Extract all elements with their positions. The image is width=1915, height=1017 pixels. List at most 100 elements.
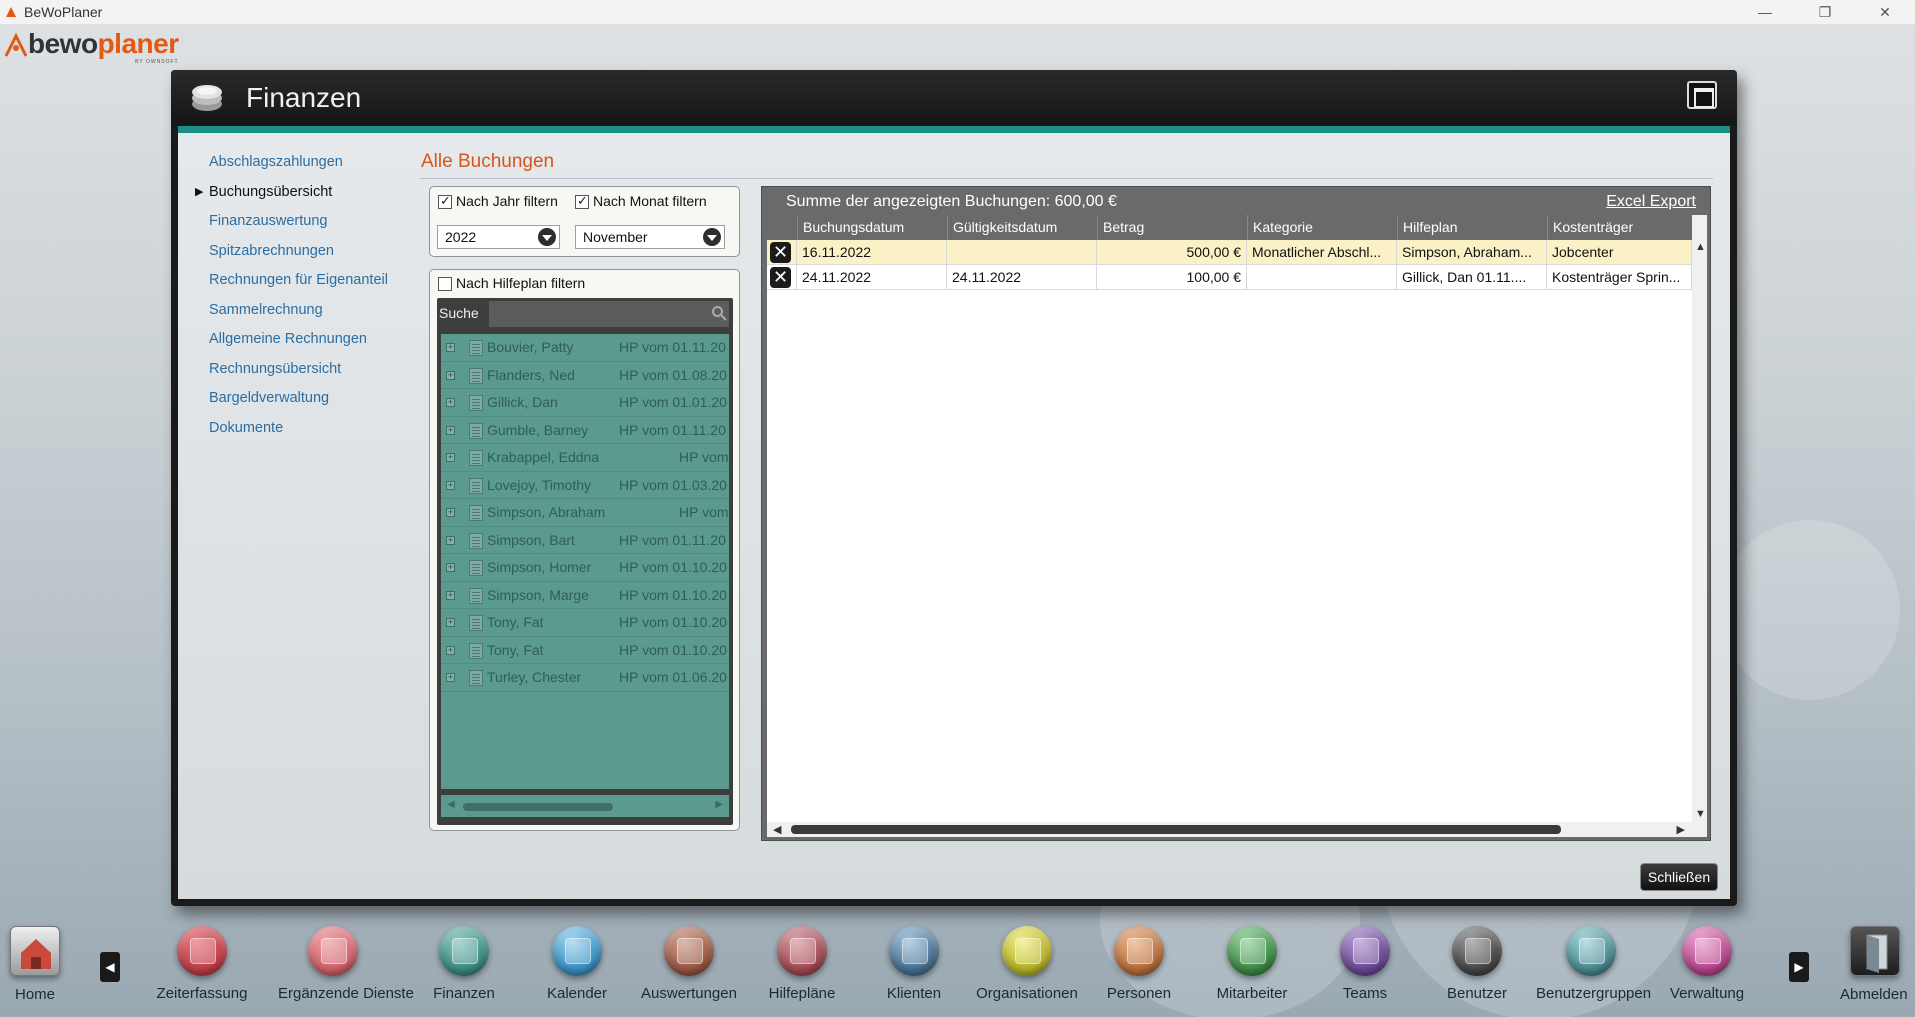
expand-plus-icon[interactable]: + xyxy=(446,425,455,435)
dock-item-klienten[interactable]: Klienten xyxy=(859,918,969,1002)
expand-plus-icon[interactable]: + xyxy=(446,398,455,407)
year-select[interactable]: 2022 xyxy=(437,225,560,249)
nav-item-abschlagszahlungen[interactable]: Abschlagszahlungen xyxy=(178,148,398,178)
expand-plus-icon[interactable]: + xyxy=(446,618,455,627)
checkbox-checked-icon[interactable] xyxy=(575,193,589,210)
tree-item[interactable]: + Turley, Chester HP vom 01.06.20 xyxy=(441,664,729,692)
table-row[interactable]: ✕ 24.11.2022 24.11.2022 100,00 € Gillick… xyxy=(767,265,1692,290)
tree-item[interactable]: + Gillick, Dan HP vom 01.01.20 xyxy=(441,389,729,417)
column-header-kategorie[interactable]: Kategorie xyxy=(1247,215,1397,240)
scroll-left-icon[interactable]: ◀ xyxy=(447,799,455,810)
dock-item-ergaenzende-dienste[interactable]: Ergänzende Dienste xyxy=(278,918,414,1002)
scroll-left-icon[interactable]: ◀ xyxy=(773,823,781,836)
column-header-kostentraeger[interactable]: Kostenträger xyxy=(1547,215,1692,240)
close-window-button[interactable]: ✕ xyxy=(1855,0,1915,24)
scroll-thumb[interactable] xyxy=(791,825,1561,834)
dock-item-auswertungen[interactable]: Auswertungen xyxy=(634,918,744,1002)
tree-item[interactable]: + Simpson, Marge HP vom 01.10.20 xyxy=(441,582,729,609)
maximize-window-button[interactable] xyxy=(1687,81,1717,109)
tree-item[interactable]: + Simpson, Bart HP vom 01.11.20 xyxy=(441,527,729,554)
tree-item[interactable]: + Tony, Fat HP vom 01.10.20 xyxy=(441,637,729,664)
tree-item[interactable]: + Bouvier, Patty HP vom 01.11.20 xyxy=(441,334,729,362)
dock-item-zeiterfassung[interactable]: Zeiterfassung xyxy=(147,918,257,1002)
tree-item-hp: HP vom 01.11.20 xyxy=(619,421,726,438)
nav-item-bargeldverwaltung[interactable]: Bargeldverwaltung xyxy=(178,384,398,414)
delete-booking-button[interactable]: ✕ xyxy=(770,242,791,263)
month-filter-checkbox[interactable]: Nach Monat filtern xyxy=(575,193,707,210)
expand-plus-icon[interactable]: + xyxy=(446,645,455,655)
scroll-up-icon[interactable]: ▲ xyxy=(1695,241,1706,253)
month-select[interactable]: November xyxy=(575,225,725,249)
dock-item-finanzen[interactable]: Finanzen xyxy=(409,918,519,1002)
dock-scroll-left-button[interactable]: ◀ xyxy=(100,952,120,982)
minimize-button[interactable]: — xyxy=(1735,0,1795,24)
scroll-down-icon[interactable]: ▼ xyxy=(1695,808,1706,820)
dock-item-kalender[interactable]: Kalender xyxy=(522,918,632,1002)
dock-scroll-right-button[interactable]: ▶ xyxy=(1789,952,1809,982)
dock-item-benutzer[interactable]: Benutzer xyxy=(1422,918,1532,1002)
tree-item[interactable]: + Gumble, Barney HP vom 01.11.20 xyxy=(441,417,729,444)
nav-item-rechnungsuebersicht[interactable]: Rechnungsübersicht xyxy=(178,355,398,385)
close-button[interactable]: Schließen xyxy=(1640,863,1718,891)
tree-item-hp: HP vom 01.11.20 xyxy=(619,339,726,355)
dock-item-verwaltung[interactable]: Verwaltung xyxy=(1652,918,1762,1002)
expand-plus-icon[interactable]: + xyxy=(446,535,455,545)
tree-horizontal-scrollbar[interactable]: ◀ ▶ xyxy=(441,795,729,817)
nav-item-spitzabrechnungen[interactable]: Spitzabrechnungen xyxy=(178,237,398,267)
dock-item-organisationen[interactable]: Organisationen xyxy=(972,918,1082,1002)
table-row[interactable]: ✕ 16.11.2022 500,00 € Monatlicher Abschl… xyxy=(767,240,1692,265)
restore-button[interactable]: ❐ xyxy=(1795,0,1855,24)
home-button[interactable] xyxy=(10,926,60,976)
checkbox-unchecked-icon[interactable] xyxy=(438,277,452,292)
scroll-right-icon[interactable]: ▶ xyxy=(1677,823,1685,836)
nav-item-rechnungen-eigenanteil[interactable]: Rechnungen für Eigenanteil xyxy=(178,266,398,296)
chevron-down-icon[interactable] xyxy=(703,228,721,246)
cell-gueltigkeitsdatum: 24.11.2022 xyxy=(947,265,1097,290)
nav-item-finanzauswertung[interactable]: Finanzauswertung xyxy=(178,207,398,237)
tree-item[interactable]: + Tony, Fat HP vom 01.10.20 xyxy=(441,609,729,637)
nav-item-label: Bargeldverwaltung xyxy=(209,390,330,406)
dock-item-hilfeplaene[interactable]: Hilfepläne xyxy=(747,918,857,1002)
logout-button[interactable] xyxy=(1850,926,1900,976)
tree-item[interactable]: + Lovejoy, Timothy HP vom 01.03.20 xyxy=(441,472,729,499)
nav-item-allgemeine-rechnungen[interactable]: Allgemeine Rechnungen xyxy=(178,325,398,355)
nav-item-label: Allgemeine Rechnungen xyxy=(209,331,367,347)
dock-item-benutzergruppen[interactable]: Benutzergruppen xyxy=(1536,918,1651,1002)
expand-plus-icon[interactable]: + xyxy=(446,563,455,572)
excel-export-link[interactable]: Excel Export xyxy=(1606,193,1696,211)
nav-item-buchungsuebersicht[interactable]: ▶ Buchungsübersicht xyxy=(178,178,398,208)
expand-plus-icon[interactable]: + xyxy=(446,590,455,600)
scroll-thumb[interactable] xyxy=(463,803,613,811)
year-filter-checkbox[interactable]: Nach Jahr filtern xyxy=(438,193,558,210)
dock-item-personen[interactable]: Personen xyxy=(1084,918,1194,1002)
column-header-gueltigkeitsdatum[interactable]: Gültigkeitsdatum xyxy=(947,215,1097,240)
expand-plus-icon[interactable]: + xyxy=(446,508,455,517)
expand-plus-icon[interactable]: + xyxy=(446,370,455,380)
column-header-buchungsdatum[interactable]: Buchungsdatum xyxy=(797,215,947,240)
tree-item[interactable]: + Flanders, Ned HP vom 01.08.20 xyxy=(441,362,729,389)
nav-item-dokumente[interactable]: Dokumente xyxy=(178,414,398,444)
nav-item-sammelrechnung[interactable]: Sammelrechnung xyxy=(178,296,398,326)
year-filter-label: Nach Jahr filtern xyxy=(456,193,558,209)
dock-item-teams[interactable]: Teams xyxy=(1310,918,1420,1002)
expand-plus-icon[interactable]: + xyxy=(446,453,455,462)
column-header-hilfeplan[interactable]: Hilfeplan xyxy=(1397,215,1547,240)
expand-plus-icon[interactable]: + xyxy=(446,480,455,490)
scroll-right-icon[interactable]: ▶ xyxy=(715,799,723,810)
tree-item[interactable]: + Simpson, Abraham HP vom xyxy=(441,499,729,527)
dock-item-mitarbeiter[interactable]: Mitarbeiter xyxy=(1197,918,1307,1002)
checkbox-checked-icon[interactable] xyxy=(438,193,452,210)
delete-booking-button[interactable]: ✕ xyxy=(770,267,791,288)
person-icon xyxy=(889,926,939,976)
chevron-down-icon[interactable] xyxy=(538,228,556,246)
tree-item[interactable]: + Krabappel, Eddna HP vom xyxy=(441,444,729,472)
tree-item[interactable]: + Simpson, Homer HP vom 01.10.20 xyxy=(441,554,729,582)
expand-plus-icon[interactable]: + xyxy=(446,343,455,352)
hilfeplan-filter-checkbox[interactable]: Nach Hilfeplan filtern xyxy=(438,275,585,292)
search-icon[interactable] xyxy=(711,305,727,321)
grid-vertical-scrollbar[interactable]: ▲ ▼ xyxy=(1692,215,1707,822)
expand-plus-icon[interactable]: + xyxy=(446,673,455,682)
grid-horizontal-scrollbar[interactable]: ◀ ▶ xyxy=(767,822,1707,837)
search-input[interactable] xyxy=(489,301,729,327)
column-header-betrag[interactable]: Betrag xyxy=(1097,215,1247,240)
